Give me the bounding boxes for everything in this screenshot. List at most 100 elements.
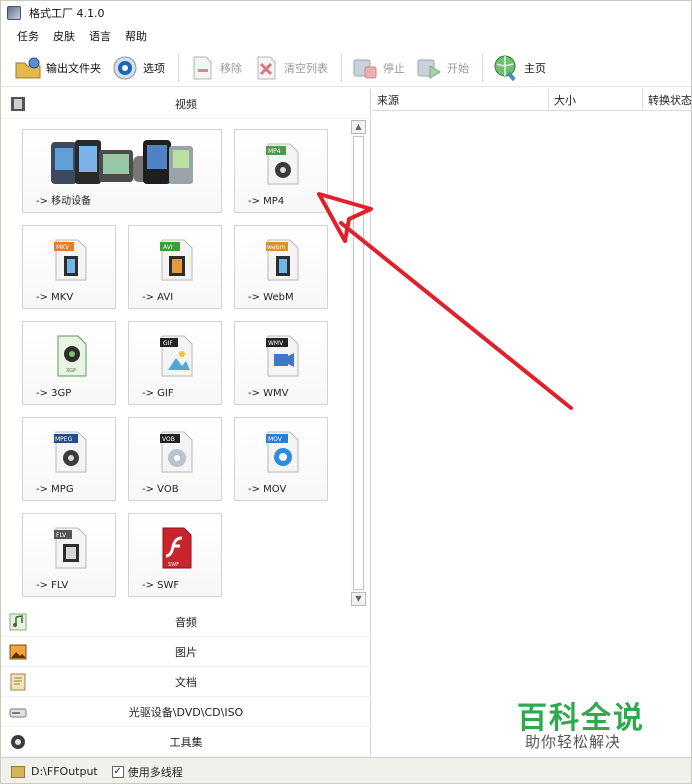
avi-file-icon: AVI (160, 239, 193, 281)
column-source[interactable]: 来源 (372, 89, 549, 111)
menu-skin[interactable]: 皮肤 (53, 28, 75, 44)
app-window: 格式工厂 4.1.0 任务 皮肤 语言 帮助 输出文件夹 选项 移除 清空列表 … (0, 0, 692, 784)
tile-gif-label: -> GIF (142, 388, 174, 399)
remove-doc-icon (193, 56, 212, 79)
gif-file-icon: GIF (160, 335, 193, 377)
tile-avi[interactable]: AVI -> AVI (128, 225, 222, 309)
swf-file-icon: SWF (162, 527, 192, 569)
tile-mobile-device[interactable]: -> 移动设备 (22, 129, 222, 213)
mpg-badge: MPEG (55, 436, 73, 443)
mp4-file-icon: MP4 (266, 143, 299, 185)
video-film-icon (11, 97, 25, 111)
multithread-checkbox[interactable]: ✓ (111, 765, 124, 778)
category-optical-drive[interactable]: 光驱设备\DVD\CD\ISO (1, 697, 371, 727)
category-audio[interactable]: 音频 (1, 607, 371, 637)
home-label: 主页 (524, 61, 546, 75)
tile-swf[interactable]: SWF -> SWF (128, 513, 222, 597)
tile-gif[interactable]: GIF -> GIF (128, 321, 222, 405)
output-folder-label: 输出文件夹 (46, 61, 101, 75)
start-button[interactable]: 开始 (412, 51, 472, 85)
clear-list-label: 清空列表 (284, 61, 328, 75)
clear-list-button[interactable]: 清空列表 (249, 51, 331, 85)
tile-wmv[interactable]: WMV -> WMV (234, 321, 328, 405)
gif-badge: GIF (163, 340, 173, 347)
avi-badge: AVI (163, 244, 173, 251)
menu-task[interactable]: 任务 (17, 28, 39, 44)
tile-webm-label: -> WebM (248, 292, 294, 303)
toolbar: 输出文件夹 选项 移除 清空列表 停止 开始 主页 (1, 49, 691, 87)
audio-note-icon (9, 613, 27, 631)
scroll-down-arrow-icon[interactable]: ▼ (351, 592, 366, 606)
tile-mkv[interactable]: MKV -> MKV (22, 225, 116, 309)
home-button[interactable]: 主页 (489, 51, 549, 85)
scroll-thumb[interactable] (353, 136, 364, 590)
column-status[interactable]: 转换状态 (643, 89, 691, 111)
app-logo-icon (7, 6, 21, 20)
watermark-subtitle: 助你轻松解决 (525, 733, 622, 751)
category-audio-label: 音频 (175, 615, 197, 629)
mpg-file-icon: MPEG (54, 431, 87, 473)
remove-button[interactable]: 移除 (185, 51, 245, 85)
options-button[interactable]: 选项 (108, 51, 168, 85)
tile-flv[interactable]: FLV -> FLV (22, 513, 116, 597)
mkv-file-icon: MKV (54, 239, 87, 281)
task-list-panel: 来源 大小 转换状态 (372, 89, 691, 756)
webm-file-icon: webm (266, 239, 299, 281)
title-bar: 格式工厂 4.1.0 (1, 1, 691, 25)
3gp-badge: 3GP (66, 368, 76, 374)
tile-vob-label: -> VOB (142, 484, 179, 495)
watermark-badge: 百科全说 助你轻松解决 (495, 691, 665, 757)
mkv-badge: MKV (56, 244, 70, 251)
tile-mov-label: -> MOV (248, 484, 287, 495)
mp4-badge: MP4 (268, 148, 281, 155)
wmv-badge: WMV (268, 340, 284, 347)
toolbar-separator (178, 53, 179, 82)
format-scrollbar[interactable]: ▲ ▼ (351, 120, 366, 606)
output-folder-status-icon[interactable] (11, 765, 25, 778)
output-folder-button[interactable]: 输出文件夹 (11, 51, 104, 85)
tile-mp4[interactable]: MP4 -> MP4 (234, 129, 328, 213)
category-image-label: 图片 (175, 645, 197, 659)
tile-3gp[interactable]: 3GP -> 3GP (22, 321, 116, 405)
multithread-label[interactable]: 使用多线程 (128, 764, 183, 780)
mov-badge: MOV (268, 436, 283, 443)
category-tools[interactable]: 工具集 (1, 727, 371, 757)
vob-badge: VOB (162, 436, 175, 443)
output-path[interactable]: D:\FFOutput (31, 765, 98, 778)
home-globe-icon (494, 55, 516, 81)
tile-mp4-label: -> MP4 (248, 196, 285, 207)
remove-label: 移除 (220, 61, 242, 75)
tile-webm[interactable]: webm -> WebM (234, 225, 328, 309)
clear-list-icon (257, 56, 276, 79)
category-video[interactable]: 视频 (1, 89, 371, 119)
tile-3gp-label: -> 3GP (36, 388, 72, 399)
status-bar: D:\FFOutput ✓ 使用多线程 (1, 757, 691, 783)
flv-badge: FLV (56, 532, 67, 539)
3gp-file-icon: 3GP (57, 335, 87, 377)
image-picture-icon (9, 644, 27, 660)
scroll-up-arrow-icon[interactable]: ▲ (351, 120, 366, 134)
column-size[interactable]: 大小 (549, 89, 643, 111)
category-document[interactable]: 文档 (1, 667, 371, 697)
tile-swf-label: -> SWF (142, 580, 180, 591)
menu-language[interactable]: 语言 (89, 28, 111, 44)
output-folder-icon (15, 57, 41, 78)
menu-help[interactable]: 帮助 (125, 28, 147, 44)
document-icon (10, 673, 26, 691)
tile-avi-label: -> AVI (142, 292, 174, 303)
tools-gear-icon (11, 735, 25, 749)
stop-button[interactable]: 停止 (348, 51, 408, 85)
category-optical-drive-label: 光驱设备\DVD\CD\ISO (128, 705, 244, 719)
tile-flv-label: -> FLV (36, 580, 69, 591)
mobile-devices-icon (51, 140, 193, 184)
tile-mov[interactable]: MOV -> MOV (234, 417, 328, 501)
toolbar-separator (482, 53, 483, 82)
tile-mpg[interactable]: MPEG -> MPG (22, 417, 116, 501)
start-label: 开始 (447, 61, 469, 75)
wmv-file-icon: WMV (266, 335, 299, 377)
category-image[interactable]: 图片 (1, 637, 371, 667)
category-panel: 视频 -> 移动设备 MP4 -> MP4 MKV -> MKV AVI -> … (1, 89, 371, 757)
window-title: 格式工厂 4.1.0 (29, 7, 105, 20)
tile-vob[interactable]: VOB -> VOB (128, 417, 222, 501)
options-label: 选项 (143, 61, 165, 75)
